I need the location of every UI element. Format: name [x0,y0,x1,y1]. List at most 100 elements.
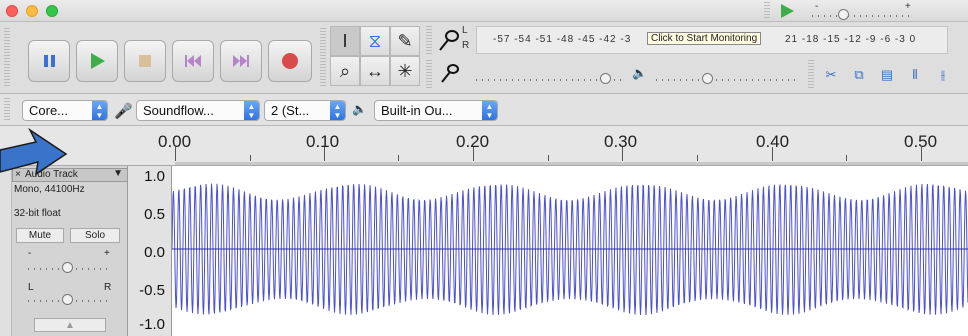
silence-button[interactable]: ⫲ [932,64,954,86]
vscale-label: 0.0 [144,244,165,261]
track-bitdepth-info: 32-bit float [14,208,61,219]
record-meter-scale-tail: 21 -18 -15 -12 -9 -6 -3 0 [785,34,917,45]
trim-icon: ⫴ [912,67,918,82]
chevron-down-icon[interactable]: ▼ [113,168,123,179]
chevron-updown-icon: ▲ ▼ [330,101,345,120]
tools-grip[interactable] [320,28,326,88]
stop-icon [139,55,151,67]
ruler-tick [398,155,399,161]
draw-tool[interactable]: ✎ [390,26,420,56]
ruler-tick [772,147,773,161]
timeline-ruler[interactable]: 0.00 0.10 0.20 0.30 0.40 0.50 [0,126,968,166]
recording-device-dropdown[interactable]: Soundflow... ▲ ▼ [136,100,260,121]
time-shift-tool[interactable]: ↔ [360,56,390,86]
trim-button[interactable]: ⫴ [904,64,926,86]
record-button[interactable] [268,40,312,82]
pan-right-label: R [104,282,112,293]
zoom-window-button[interactable] [46,5,58,17]
play-at-speed-grip[interactable] [764,2,770,20]
recording-volume-knob[interactable] [600,73,611,84]
zoom-tool[interactable]: ⌕ [330,56,360,86]
selection-tool-icon: I [342,30,348,51]
device-grip[interactable] [4,98,10,122]
device-toolbar: Core... ▲ ▼ 🎤 Soundflow... ▲ ▼ 2 (St... ▲ ▼… [0,94,968,126]
ruler-tick [548,155,549,161]
copy-icon: ⧉ [854,67,864,82]
ruler-tick [622,147,623,161]
playback-volume-slider[interactable] [656,79,796,81]
channels-dropdown[interactable]: 2 (St... ▲ ▼ [264,100,346,121]
minimize-window-button[interactable] [26,5,38,17]
selection-tool[interactable]: I [330,26,360,56]
stop-button[interactable] [124,40,166,82]
microphone-icon [441,64,459,83]
paste-button[interactable]: ▤ [876,64,898,86]
gain-plus-label: + [104,248,110,259]
envelope-tool[interactable]: ⧖ [360,26,390,56]
pan-knob[interactable] [62,294,73,305]
title-bar: - + [0,0,968,22]
cut-button[interactable]: ✂ [820,64,842,86]
play-at-speed-button[interactable] [774,2,800,20]
speaker-icon: 🔈 [632,66,647,80]
skip-to-start-icon [185,55,201,67]
channel-label-right: R [462,40,470,51]
speaker-icon: 🔈 [352,102,367,116]
ruler-tick [175,147,176,161]
skip-to-end-icon [233,55,249,67]
play-button[interactable] [76,40,118,82]
gain-knob[interactable] [62,262,73,273]
audio-host-value: Core... [29,103,69,118]
channels-value: 2 (St... [271,103,310,118]
close-icon[interactable]: × [15,169,21,180]
scissors-icon: ✂ [825,67,837,82]
pencil-icon: ✎ [397,30,413,51]
microphone-icon: 🎤 [114,103,133,120]
edit-grip[interactable] [808,60,814,88]
asterisk-icon: ✳ [397,60,413,81]
waveform-area[interactable] [171,166,968,336]
vscale-label: 1.0 [144,168,165,185]
playback-device-dropdown[interactable]: Built-in Ou... ▲ ▼ [374,100,498,121]
silence-icon: ⫲ [940,67,946,82]
waveform [171,183,968,316]
mute-button[interactable]: Mute [16,228,64,243]
ruler-tick-label: 0.10 [306,132,340,151]
record-meter-grip[interactable] [426,26,432,54]
pan-left-label: L [28,282,34,293]
pause-button[interactable] [28,40,70,82]
magnifier-icon: ⌕ [339,60,351,81]
copy-button[interactable]: ⧉ [848,64,870,86]
paste-icon: ▤ [880,67,894,82]
record-meter[interactable]: -57 -54 -51 -48 -45 -42 -3 Click to Star… [476,26,948,54]
ruler-tick [250,155,251,161]
transport-grip[interactable] [4,28,10,88]
mixer-grip[interactable] [426,60,432,88]
envelope-tool-icon: ⧖ [368,30,382,51]
multi-tool[interactable]: ✳ [390,56,420,86]
ruler-tick [846,155,847,161]
chevron-updown-icon: ▲ ▼ [244,101,259,120]
record-meter-scale: -57 -54 -51 -48 -45 -42 -3 [493,34,632,45]
audacity-window: - + I ⧖ ✎ ⌕ ↔ ✳ L R -57 -54 -51 -48 -45 … [0,0,968,336]
close-window-button[interactable] [6,5,18,17]
playback-device-value: Built-in Ou... [381,103,453,118]
play-speed-knob[interactable] [838,9,849,20]
track-name-button[interactable]: Audio Track [25,169,78,180]
collapse-track-button[interactable]: ▲ [34,318,106,332]
audio-host-dropdown[interactable]: Core... ▲ ▼ [22,100,108,121]
skip-to-end-button[interactable] [220,40,262,82]
solo-button[interactable]: Solo [70,228,120,243]
playback-volume-knob[interactable] [702,73,713,84]
play-speed-minus-mark: - [815,1,819,12]
double-arrow-icon: ↔ [366,60,384,81]
vertical-amplitude-scale: 1.0 0.5 0.0 -0.5 -1.0 [128,166,172,336]
play-icon [91,53,105,69]
record-icon [282,53,298,69]
timeline-strip [175,162,968,165]
skip-to-start-button[interactable] [172,40,214,82]
record-meter-button[interactable]: L R [436,25,470,54]
play-speed-plus-mark: + [905,1,911,12]
track-header: × Audio Track ▼ [12,168,128,182]
play-speed-slider[interactable] [812,15,912,17]
